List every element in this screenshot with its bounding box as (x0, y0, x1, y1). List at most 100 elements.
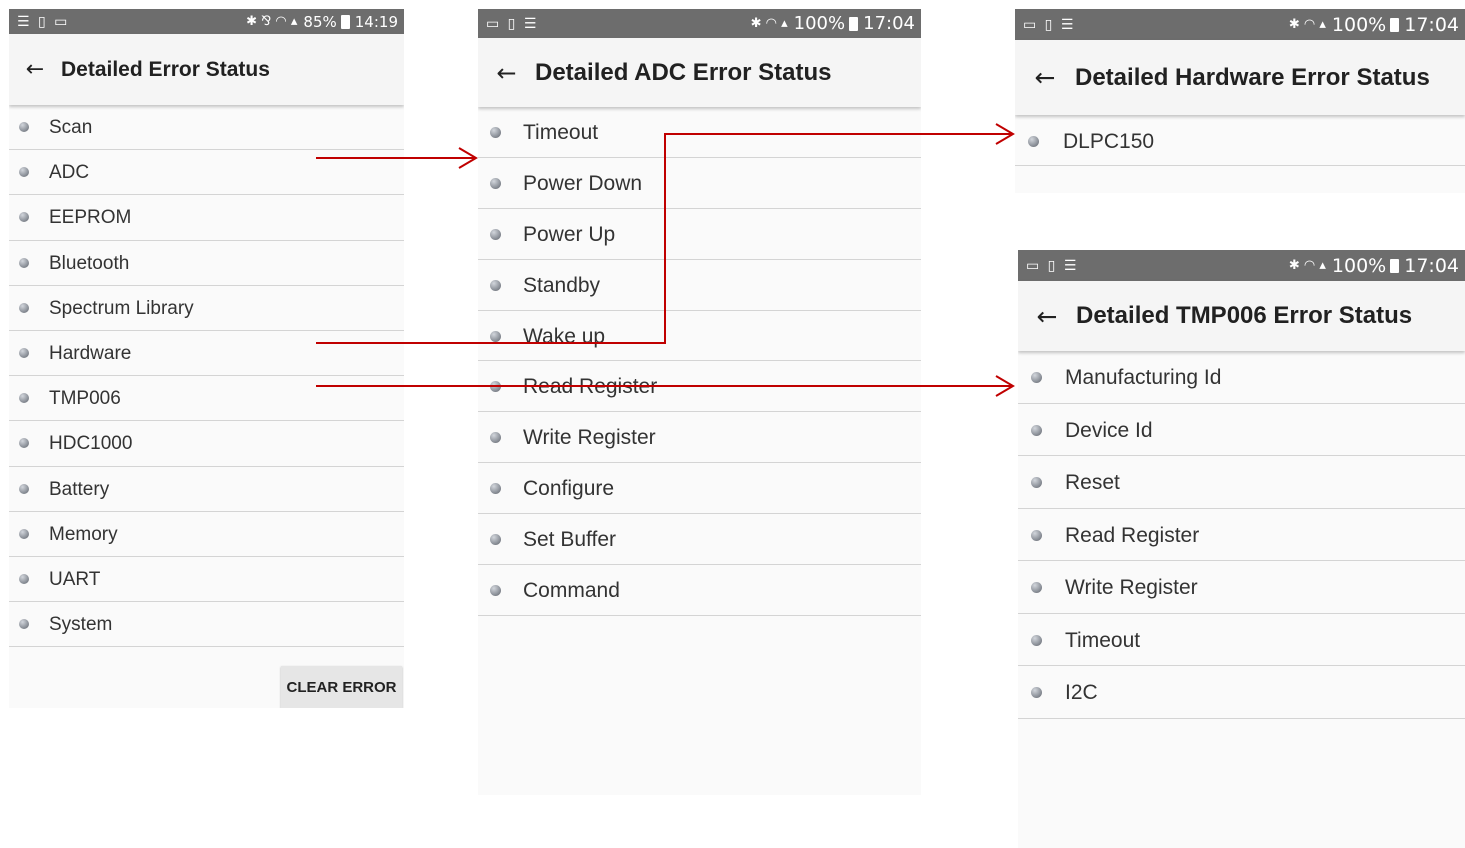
status-led-icon (19, 302, 29, 313)
list-item-write-register[interactable]: Write Register (478, 412, 921, 464)
app-bar: ← Detailed Hardware Error Status (1015, 40, 1465, 115)
status-led-icon (490, 279, 501, 291)
list-item-eeprom[interactable]: EEPROM (9, 195, 404, 241)
status-led-icon (490, 534, 501, 546)
tmp006-error-list: Manufacturing Id Device Id Reset Read Re… (1018, 351, 1465, 719)
back-arrow-icon[interactable]: ← (9, 57, 61, 82)
list-item-label: System (49, 614, 113, 636)
list-item-uart[interactable]: UART (9, 557, 404, 603)
battery-percent: 100% (1331, 254, 1387, 277)
list-item-label: Memory (49, 523, 118, 545)
list-item-hardware[interactable]: Hardware (9, 331, 404, 377)
status-led-icon (490, 585, 501, 597)
adc-error-status-screen: ▭ ▯ ☰ ✱ ◠ ▴ 100% 17:04 ← Detailed ADC Er… (478, 9, 921, 795)
list-item-label: Read Register (1065, 523, 1200, 547)
status-led-icon (19, 483, 29, 494)
notification-icons: ☰ ▯ ▭ (17, 13, 70, 30)
list-item-label: Timeout (1065, 628, 1141, 652)
status-led-icon (490, 127, 501, 138)
tmp006-arrow-head (995, 375, 1015, 397)
list-item-label: UART (49, 568, 101, 590)
status-bar: ▭ ▯ ☰ ✱ ◠ ▴ 100% 17:04 (1015, 9, 1465, 40)
clock: 17:04 (1404, 13, 1459, 36)
status-led-icon (490, 228, 501, 240)
list-item-label: Set Buffer (523, 528, 617, 552)
list-item-label: TMP006 (49, 388, 121, 410)
list-item-label: Device Id (1065, 418, 1153, 442)
list-item-read-register[interactable]: Read Register (1018, 509, 1465, 561)
battery-percent: 100% (793, 13, 846, 34)
clear-error-button[interactable]: CLEAR ERROR (281, 666, 402, 708)
app-bar: ← Detailed ADC Error Status (478, 38, 921, 107)
battery-icon (340, 14, 350, 29)
list-item-manufacturing-id[interactable]: Manufacturing Id (1018, 351, 1465, 404)
status-led-icon (19, 212, 29, 223)
hardware-error-status-screen: ▭ ▯ ☰ ✱ ◠ ▴ 100% 17:04 ← Detailed Hardwa… (1015, 9, 1465, 193)
list-item-read-register[interactable]: Read Register (478, 361, 921, 413)
list-item-label: Configure (523, 477, 615, 501)
list-item-write-register[interactable]: Write Register (1018, 561, 1465, 614)
list-item-adc[interactable]: ADC (9, 150, 404, 196)
status-led-icon (19, 347, 29, 358)
battery-percent: 85% (303, 12, 337, 31)
status-led-icon (490, 432, 501, 444)
connectivity-icons: ✱ ◠ ▴ (750, 16, 788, 31)
status-led-icon (19, 393, 29, 404)
list-item-i2c[interactable]: I2C (1018, 666, 1465, 719)
status-led-icon (19, 573, 29, 584)
list-item-standby[interactable]: Standby (478, 260, 921, 311)
list-item-label: Manufacturing Id (1065, 366, 1222, 389)
list-item-power-up[interactable]: Power Up (478, 209, 921, 260)
adc-arrow-head (458, 147, 478, 169)
back-arrow-icon[interactable]: ← (1018, 302, 1076, 331)
list-item-tmp006[interactable]: TMP006 (9, 376, 404, 422)
back-arrow-icon[interactable]: ← (478, 59, 535, 87)
list-item-label: Scan (49, 117, 93, 138)
clock: 14:19 (354, 12, 398, 31)
status-bar: ☰ ▯ ▭ ✱ ⅋ ◠ ▴ 85% 14:19 (9, 9, 404, 34)
status-led-icon (1028, 136, 1039, 147)
list-item-label: DLPC150 (1063, 130, 1155, 153)
list-item-spectrum-library[interactable]: Spectrum Library (9, 286, 404, 331)
list-item-device-id[interactable]: Device Id (1018, 404, 1465, 456)
list-item-label: Power Up (523, 222, 616, 246)
list-item-timeout[interactable]: Timeout (478, 107, 921, 158)
status-led-icon (19, 528, 29, 539)
battery-percent: 100% (1331, 13, 1387, 36)
connectivity-icons: ✱ ⅋ ◠ ▴ (246, 14, 298, 29)
hardware-error-list: DLPC150 (1015, 115, 1465, 166)
status-led-icon (19, 257, 29, 268)
page-title: Detailed TMP006 Error Status (1076, 302, 1413, 329)
list-item-power-down[interactable]: Power Down (478, 158, 921, 209)
status-bar: ▭ ▯ ☰ ✱ ◠ ▴ 100% 17:04 (478, 9, 921, 38)
app-bar: ← Detailed TMP006 Error Status (1018, 281, 1465, 351)
tmp006-error-status-screen: ▭ ▯ ☰ ✱ ◠ ▴ 100% 17:04 ← Detailed TMP006… (1018, 250, 1465, 848)
list-item-bluetooth[interactable]: Bluetooth (9, 241, 404, 286)
status-led-icon (490, 381, 501, 393)
page-title: Detailed Error Status (61, 57, 270, 81)
list-item-configure[interactable]: Configure (478, 463, 921, 515)
list-item-label: Standby (523, 273, 601, 297)
battery-icon (849, 16, 859, 31)
list-item-label: HDC1000 (49, 433, 133, 455)
list-item-memory[interactable]: Memory (9, 512, 404, 557)
list-item-label: Write Register (523, 426, 656, 450)
page-title: Detailed Hardware Error Status (1075, 63, 1430, 91)
list-item-system[interactable]: System (9, 602, 404, 648)
list-item-label: Wake up (523, 324, 606, 348)
list-item-label: Battery (49, 478, 110, 500)
back-arrow-icon[interactable]: ← (1015, 63, 1075, 92)
list-item-command[interactable]: Command (478, 565, 921, 616)
list-item-reset[interactable]: Reset (1018, 456, 1465, 509)
list-item-set-buffer[interactable]: Set Buffer (478, 514, 921, 566)
list-item-wake-up[interactable]: Wake up (478, 311, 921, 362)
clock: 17:04 (863, 13, 915, 34)
list-item-scan[interactable]: Scan (9, 105, 404, 151)
list-item-label: Timeout (523, 121, 599, 144)
status-bar: ▭ ▯ ☰ ✱ ◠ ▴ 100% 17:04 (1018, 250, 1465, 281)
list-item-label: Read Register (523, 375, 658, 399)
list-item-timeout[interactable]: Timeout (1018, 614, 1465, 666)
list-item-battery[interactable]: Battery (9, 467, 404, 512)
list-item-hdc1000[interactable]: HDC1000 (9, 421, 404, 467)
list-item-dlpc150[interactable]: DLPC150 (1015, 115, 1465, 166)
